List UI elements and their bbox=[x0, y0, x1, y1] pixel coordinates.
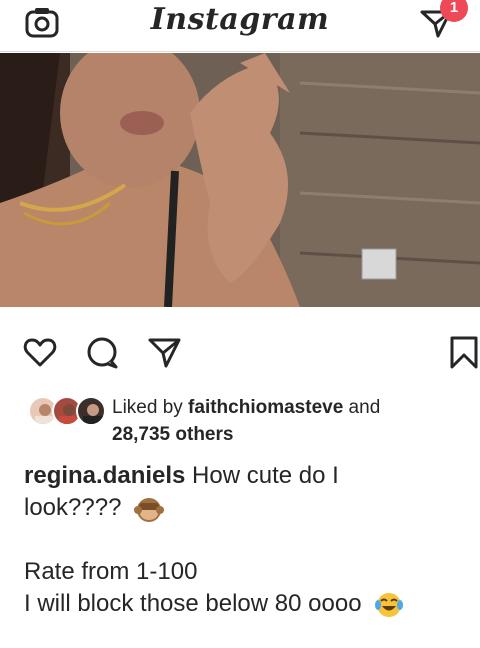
heart-icon[interactable] bbox=[22, 334, 58, 370]
photo-illustration bbox=[0, 53, 480, 307]
post-caption: regina.daniels How cute do I look???? Ra… bbox=[24, 460, 464, 620]
laughing-tears-icon bbox=[375, 592, 404, 617]
caption-line-2: look???? bbox=[24, 494, 122, 521]
post-image[interactable] bbox=[0, 53, 480, 307]
liker-avatars bbox=[28, 396, 108, 428]
instagram-logo: Instagram bbox=[150, 2, 330, 37]
caption-line-4: I will block those below 80 oooo bbox=[24, 590, 362, 617]
likes-text: Liked by faithchiomasteve and 28,735 oth… bbox=[112, 394, 380, 448]
post-actions bbox=[0, 330, 480, 374]
liker-username[interactable]: faithchiomasteve bbox=[188, 397, 343, 418]
share-icon[interactable] bbox=[146, 334, 182, 370]
likes-section: Liked by faithchiomasteve and 28,735 oth… bbox=[28, 396, 468, 445]
comment-icon[interactable] bbox=[84, 334, 120, 370]
caption-line-1: How cute do I bbox=[185, 462, 339, 489]
see-no-evil-monkey-icon bbox=[134, 497, 165, 522]
avatar[interactable] bbox=[76, 396, 106, 426]
likes-connector: and bbox=[343, 397, 381, 418]
top-bar: Instagram 1 bbox=[0, 0, 480, 52]
likes-prefix: Liked by bbox=[112, 397, 189, 418]
caption-line-3: Rate from 1-100 bbox=[24, 558, 198, 585]
bookmark-icon[interactable] bbox=[446, 334, 480, 370]
likes-count[interactable]: 28,735 others bbox=[112, 424, 233, 445]
caption-username[interactable]: regina.daniels bbox=[24, 462, 185, 489]
